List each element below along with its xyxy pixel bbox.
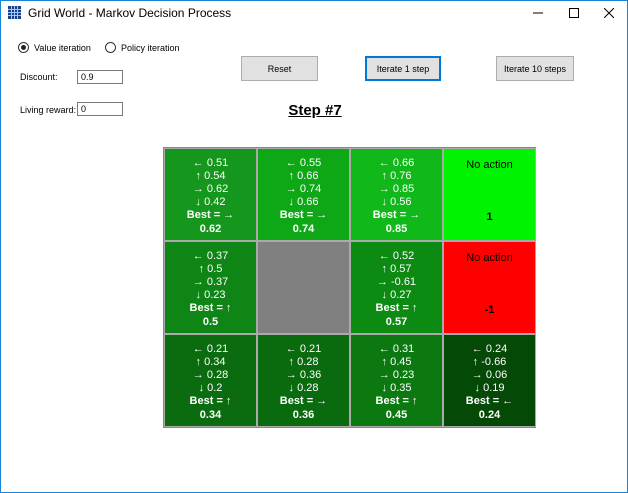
q-value: ↑ 0.5: [198, 263, 223, 275]
state-value: 0.57: [385, 316, 408, 328]
q-value: → 0.06: [471, 369, 508, 381]
q-value: → 0.62: [192, 183, 229, 195]
state-value: 0.5: [202, 316, 219, 328]
q-value: ← 0.37: [192, 250, 229, 262]
best-action: Best = ↑: [189, 302, 232, 314]
q-value: → 0.36: [285, 369, 322, 381]
title-bar[interactable]: Grid World - Markov Decision Process: [1, 1, 627, 25]
best-action: Best = →: [186, 209, 235, 221]
grid-app-icon: [8, 6, 21, 19]
grid-cell: ← 0.55 ↑ 0.66 → 0.74 ↓ 0.66 Best = → 0.74: [257, 148, 350, 241]
q-value: ↑ 0.45: [381, 356, 412, 368]
best-action: Best = ←: [465, 395, 514, 407]
no-action-label: No action: [466, 252, 513, 264]
q-value: → 0.74: [285, 183, 322, 195]
grid-terminal-cell: No action -1: [443, 241, 536, 334]
state-value: 0.36: [292, 409, 315, 421]
q-value: → 0.85: [378, 183, 415, 195]
state-value: 0.45: [385, 409, 408, 421]
q-value: ← 0.55: [285, 157, 322, 169]
value-iteration-radio[interactable]: Value iteration: [18, 42, 91, 53]
policy-iteration-label: Policy iteration: [121, 42, 180, 53]
q-value: ← 0.21: [285, 343, 322, 355]
q-value: → 0.23: [378, 369, 415, 381]
policy-iteration-radio[interactable]: Policy iteration: [105, 42, 180, 53]
grid-cell: ← 0.66 ↑ 0.76 → 0.85 ↓ 0.56 Best = → 0.85: [350, 148, 443, 241]
grid-cell: ← 0.21 ↑ 0.34 → 0.28 ↓ 0.2 Best = ↑ 0.34: [164, 334, 257, 427]
state-value: 0.74: [292, 223, 315, 235]
grid-wall-cell: [257, 241, 350, 334]
discount-input[interactable]: [77, 70, 123, 84]
reset-button[interactable]: Reset: [241, 56, 318, 81]
step-title: Step #7: [288, 102, 342, 119]
q-value: ↓ 0.28: [288, 382, 319, 394]
state-value: 0.85: [385, 223, 408, 235]
q-value: ↓ 0.56: [381, 196, 412, 208]
q-value: ↑ 0.34: [195, 356, 226, 368]
q-value: ↓ 0.27: [381, 289, 412, 301]
grid-cell: ← 0.52 ↑ 0.57 → -0.61 ↓ 0.27 Best = ↑ 0.57: [350, 241, 443, 334]
radio-checked-icon: [18, 42, 29, 53]
best-action: Best = ↑: [189, 395, 232, 407]
q-value: ↑ 0.76: [381, 170, 412, 182]
grid-terminal-cell: No action 1: [443, 148, 536, 241]
iterate-10-steps-button[interactable]: Iterate 10 steps: [496, 56, 574, 81]
q-value: ↓ 0.42: [195, 196, 226, 208]
minimize-button[interactable]: [520, 1, 556, 25]
best-action: Best = ↑: [375, 302, 418, 314]
state-value: 0.34: [199, 409, 222, 421]
q-value: ↓ 0.35: [381, 382, 412, 394]
q-value: ← 0.52: [378, 250, 415, 262]
minimize-icon: [533, 12, 543, 14]
q-value: ↑ 0.66: [288, 170, 319, 182]
best-action: Best = →: [279, 209, 328, 221]
q-value: ↑ 0.57: [381, 263, 412, 275]
best-action: Best = →: [279, 395, 328, 407]
state-value: 0.24: [478, 409, 501, 421]
close-button[interactable]: [591, 1, 627, 25]
q-value: ↑ 0.54: [195, 170, 226, 182]
iterate-1-step-button[interactable]: Iterate 1 step: [365, 56, 441, 81]
best-action: Best = ↑: [375, 395, 418, 407]
q-value: → -0.61: [376, 276, 417, 288]
maximize-button[interactable]: [556, 1, 592, 25]
no-action-label: No action: [466, 159, 513, 171]
q-value: → 0.37: [192, 276, 229, 288]
q-value: ↑ 0.28: [288, 356, 319, 368]
q-value: → 0.28: [192, 369, 229, 381]
grid-cell: ← 0.51 ↑ 0.54 → 0.62 ↓ 0.42 Best = → 0.62: [164, 148, 257, 241]
grid-cell: ← 0.37 ↑ 0.5 → 0.37 ↓ 0.23 Best = ↑ 0.5: [164, 241, 257, 334]
q-value: ↓ 0.66: [288, 196, 319, 208]
terminal-value: 1: [486, 211, 493, 223]
grid-world: ← 0.51 ↑ 0.54 → 0.62 ↓ 0.42 Best = → 0.62 ← 0.…: [163, 147, 536, 428]
discount-label: Discount:: [20, 72, 58, 82]
q-value: ← 0.24: [471, 343, 508, 355]
grid-cell: ← 0.24 ↑ -0.66 → 0.06 ↓ 0.19 Best = ← 0.24: [443, 334, 536, 427]
q-value: ↑ -0.66: [472, 356, 507, 368]
radio-unchecked-icon: [105, 42, 116, 53]
q-value: ← 0.66: [378, 157, 415, 169]
grid-cell: ← 0.21 ↑ 0.28 → 0.36 ↓ 0.28 Best = → 0.36: [257, 334, 350, 427]
main-window: Grid World - Markov Decision Process Val…: [0, 0, 628, 493]
value-iteration-label: Value iteration: [34, 42, 91, 53]
q-value: ↓ 0.23: [195, 289, 226, 301]
terminal-value: -1: [484, 304, 495, 316]
window-title: Grid World - Markov Decision Process: [28, 6, 232, 20]
q-value: ↓ 0.2: [198, 382, 223, 394]
state-value: 0.62: [199, 223, 222, 235]
best-action: Best = →: [372, 209, 421, 221]
close-icon: [604, 8, 614, 18]
maximize-icon: [569, 8, 579, 18]
q-value: ← 0.21: [192, 343, 229, 355]
q-value: ← 0.31: [378, 343, 415, 355]
grid-cell: ← 0.31 ↑ 0.45 → 0.23 ↓ 0.35 Best = ↑ 0.45: [350, 334, 443, 427]
q-value: ← 0.51: [192, 157, 229, 169]
q-value: ↓ 0.19: [474, 382, 505, 394]
